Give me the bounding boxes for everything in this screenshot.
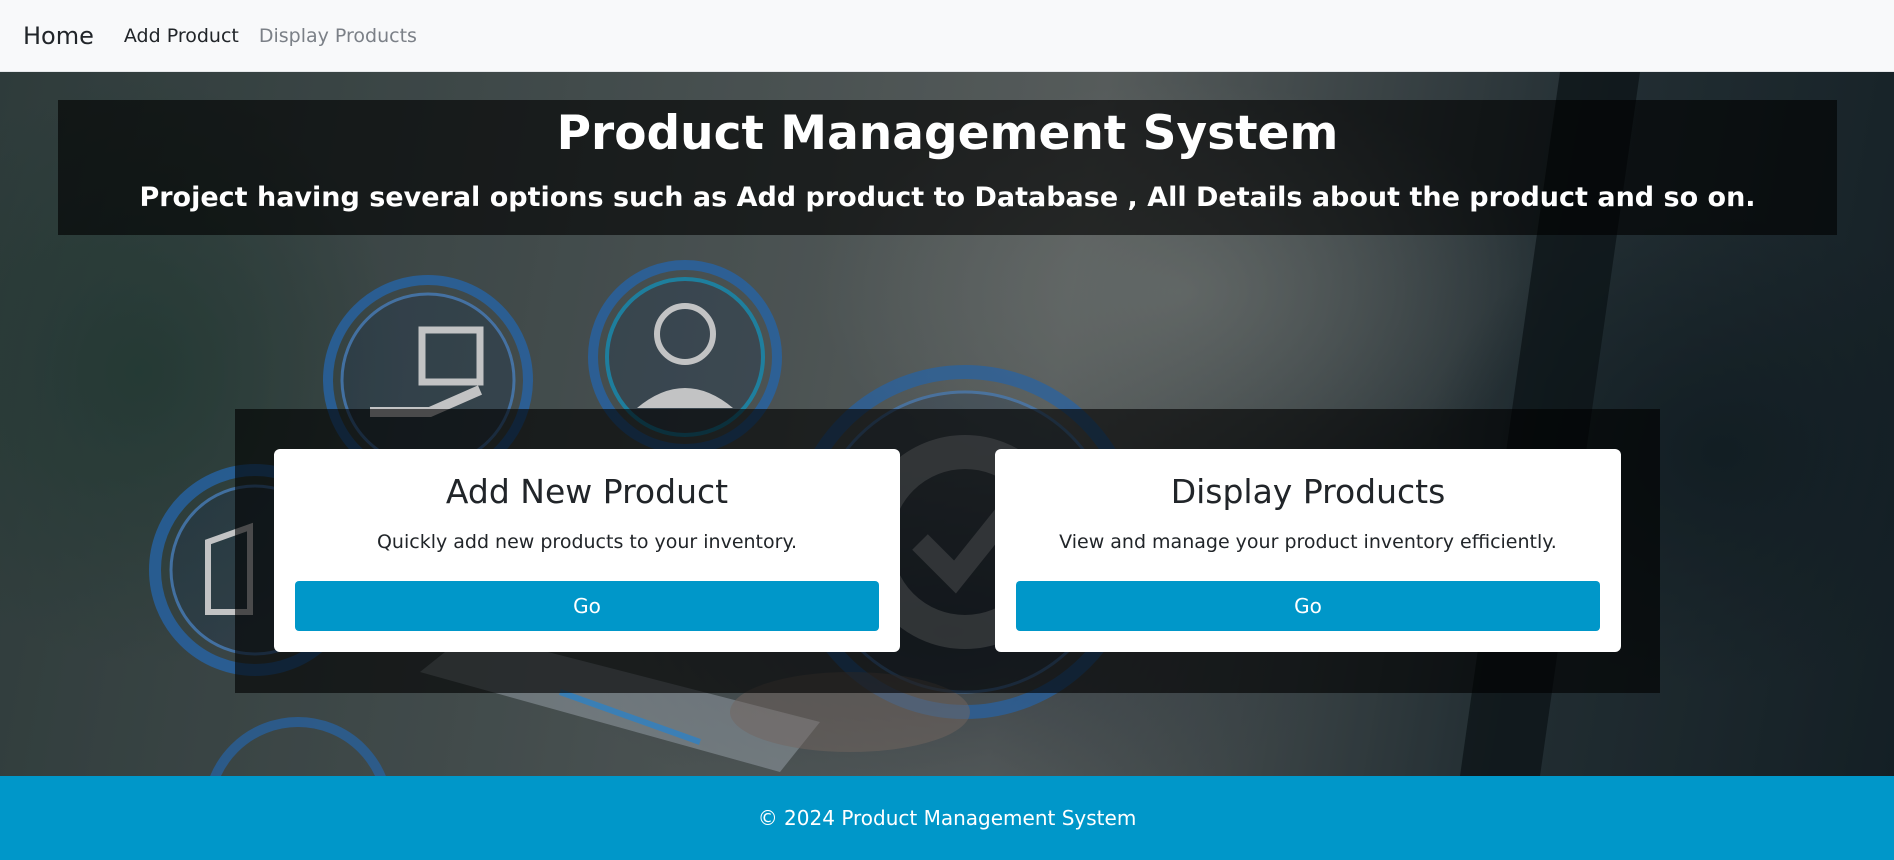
card-text: Quickly add new products to your invento… — [376, 531, 798, 553]
page-title: Product Management System — [556, 106, 1339, 161]
hero-section: Product Management System Project having… — [0, 72, 1894, 776]
title-band: Product Management System Project having… — [58, 100, 1837, 235]
footer: © 2024 Product Management System — [0, 776, 1894, 860]
display-products-go-button[interactable]: Go — [1016, 581, 1600, 631]
page-subtitle: Project having several options such as A… — [139, 182, 1756, 213]
nav-add-product[interactable]: Add Product — [124, 25, 239, 47]
navbar: Home Add Product Display Products — [0, 0, 1894, 72]
add-product-go-button[interactable]: Go — [295, 581, 879, 631]
cards-band: Add New Product Quickly add new products… — [235, 409, 1660, 693]
add-product-card: Add New Product Quickly add new products… — [274, 449, 900, 652]
card-text: View and manage your product inventory e… — [1059, 531, 1557, 553]
display-products-card: Display Products View and manage your pr… — [995, 449, 1621, 652]
footer-copyright: © 2024 Product Management System — [757, 806, 1137, 830]
nav-display-products[interactable]: Display Products — [259, 25, 417, 47]
card-title: Add New Product — [445, 472, 729, 511]
card-title: Display Products — [1170, 472, 1446, 511]
home-link[interactable]: Home — [23, 22, 94, 50]
